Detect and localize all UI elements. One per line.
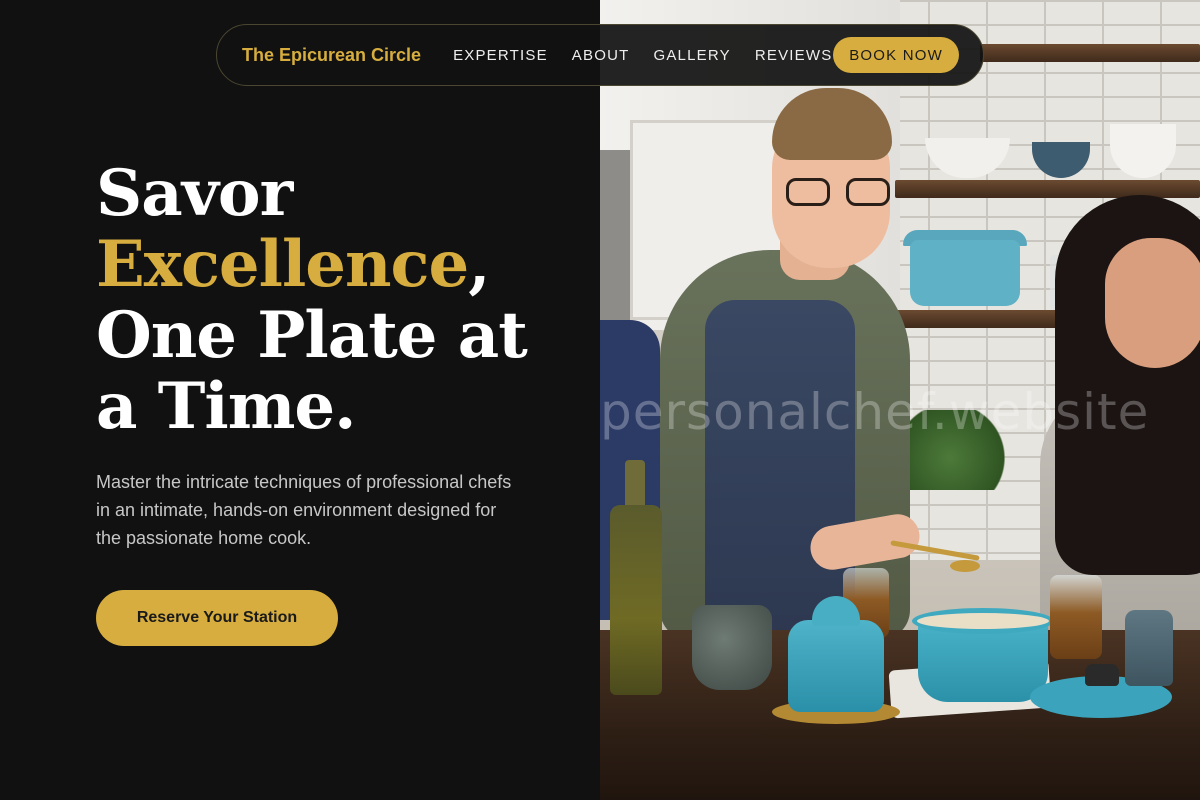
oil-bottle [610, 505, 662, 695]
glasses [786, 178, 892, 208]
nav-link-about[interactable]: ABOUT [572, 47, 630, 64]
nav-link-gallery[interactable]: GALLERY [653, 47, 730, 64]
top-navigation: The Epicurean Circle EXPERTISE ABOUT GAL… [216, 24, 984, 86]
nav-link-expertise[interactable]: EXPERTISE [453, 47, 548, 64]
hero-title-line1: Savor [96, 156, 293, 231]
spoon-head [950, 560, 980, 572]
mortar-and-pestle [692, 605, 772, 690]
dutch-oven [910, 240, 1020, 306]
wooden-shelf [980, 44, 1200, 62]
glass-bottle [1125, 610, 1173, 686]
chef-apron [705, 300, 855, 640]
nav-link-reviews[interactable]: REVIEWS [755, 47, 833, 64]
woman-face [1105, 238, 1200, 368]
hero-description: Master the intricate techniques of profe… [96, 472, 512, 548]
cooking-pot-rim [912, 608, 1054, 634]
book-now-button[interactable]: BOOK NOW [833, 37, 959, 73]
nav-links: EXPERTISE ABOUT GALLERY REVIEWS [453, 47, 832, 64]
brand-logo[interactable]: The Epicurean Circle [242, 45, 421, 66]
hero-title-accent: Excellence [96, 227, 469, 302]
hero-title-line4: a Time. [96, 369, 356, 444]
hero-title-line3: One Plate at [96, 298, 528, 373]
pot-lid-knob [1085, 664, 1119, 686]
hero-title: Savor Excellence, One Plate at a Time. [96, 158, 566, 442]
oven [600, 150, 630, 320]
reserve-station-button[interactable]: Reserve Your Station [96, 590, 338, 646]
watermark: personalchef.website [600, 383, 1150, 441]
honey-jar [1050, 575, 1102, 659]
hero-title-comma: , [468, 227, 490, 302]
hero-photo: personalchef.website [600, 0, 1200, 800]
ceramic-jar [788, 620, 884, 712]
